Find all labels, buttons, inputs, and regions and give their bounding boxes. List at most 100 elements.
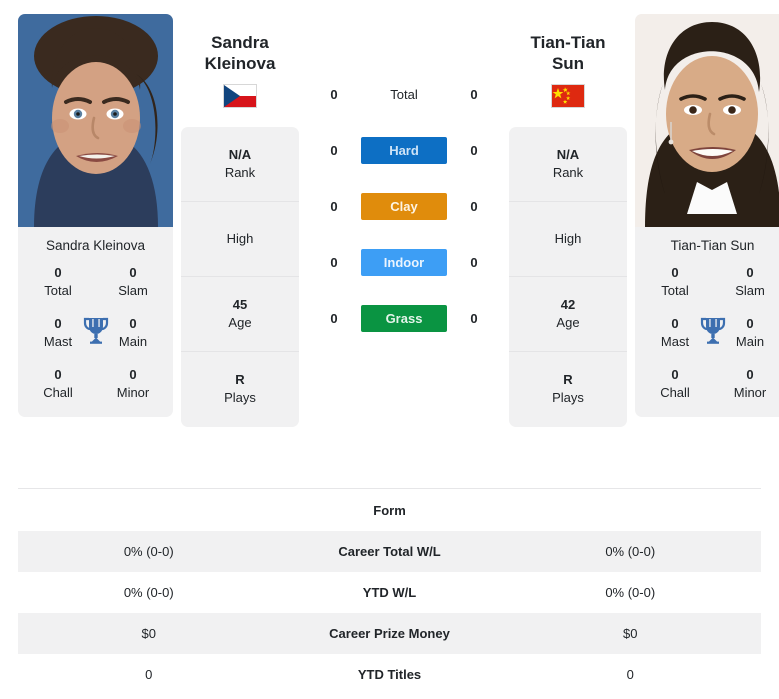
left-titles-slam: 0 Slam — [105, 264, 161, 299]
left-rank-cell: N/A Rank — [181, 127, 299, 202]
surface-label-grass[interactable]: Grass — [361, 304, 447, 332]
table-row: 0% (0-0) Career Total W/L 0% (0-0) — [18, 531, 761, 572]
surface-label-indoor[interactable]: Indoor — [361, 248, 447, 276]
right-titles-total-label: Total — [661, 282, 689, 298]
right-rank-label: Rank — [552, 164, 584, 180]
surface-right-value: 0 — [470, 254, 478, 270]
form-header-row: Form — [18, 489, 761, 531]
right-titles-row-3: 0 Chall 0 Minor — [641, 366, 779, 401]
right-titles-chall-value: 0 — [671, 367, 679, 383]
surface-right-value: 0 — [470, 142, 478, 158]
ytd-wl-right: 0% (0-0) — [605, 585, 656, 600]
surface-row: 0 Clay 0 — [307, 178, 501, 234]
right-titles-slam-label: Slam — [735, 282, 765, 298]
left-player-card[interactable]: Sandra Kleinova 0 Total 0 Slam 0 Mast 0 … — [18, 14, 173, 418]
left-plays-value: R — [235, 372, 245, 388]
left-titles-mast-value: 0 — [54, 316, 62, 332]
left-stats-box: N/A Rank High 45 Age R Plays — [181, 126, 299, 427]
right-card-player-name: Tian-Tian Sun — [670, 238, 755, 253]
ytd-wl-label: YTD W/L — [362, 585, 417, 600]
left-titles-grid: 0 Total 0 Slam 0 Mast 0 Main 0 Chall 0 M… — [18, 264, 173, 417]
left-rank-label: Rank — [224, 164, 256, 180]
ytd-titles-label: YTD Titles — [357, 667, 422, 682]
career-prize-money-right: $0 — [623, 626, 638, 641]
surface-left-value: 0 — [330, 254, 338, 270]
right-age-label: Age — [556, 314, 580, 330]
left-card-player-name: Sandra Kleinova — [45, 238, 146, 253]
right-plays-cell: R Plays — [509, 352, 627, 427]
career-total-wl-right: 0% (0-0) — [605, 544, 656, 559]
left-titles-main-value: 0 — [129, 316, 137, 332]
surface-label-clay[interactable]: Clay — [361, 192, 447, 220]
ytd-wl-left: 0% (0-0) — [123, 585, 174, 600]
right-titles-main: 0 Main — [722, 315, 778, 350]
right-titles-main-label: Main — [735, 333, 765, 349]
left-rank-value: N/A — [228, 146, 252, 162]
ytd-titles-right: 0 — [626, 667, 634, 682]
right-titles-grid: 0 Total 0 Slam 0 Mast 0 Main 0 Chall 0 M… — [635, 264, 779, 417]
surface-left-value: 0 — [330, 198, 338, 214]
left-age-cell: 45 Age — [181, 277, 299, 352]
right-high-cell: High — [509, 202, 627, 277]
right-titles-main-value: 0 — [746, 316, 754, 332]
right-titles-slam-value: 0 — [746, 265, 754, 281]
surface-right-value: 0 — [470, 86, 478, 102]
right-rank-cell: N/A Rank — [509, 127, 627, 202]
form-header-label: Form — [373, 502, 406, 518]
right-titles-total-value: 0 — [671, 265, 679, 281]
surface-left-value: 0 — [330, 86, 338, 102]
player-comparison-page: Sandra Kleinova 0 Total 0 Slam 0 Mast 0 … — [0, 0, 779, 699]
surface-row: 0 Total 0 — [307, 66, 501, 122]
comparison-top-section: Sandra Kleinova 0 Total 0 Slam 0 Mast 0 … — [0, 0, 779, 470]
left-titles-total: 0 Total — [30, 264, 86, 299]
left-titles-minor: 0 Minor — [105, 366, 161, 401]
right-titles-minor: 0 Minor — [722, 366, 778, 401]
table-row: 0% (0-0) YTD W/L 0% (0-0) — [18, 572, 761, 613]
left-player-info-column: Sandra Kleinova N/A Rank High 45 Age R P… — [181, 14, 299, 427]
surface-right-value: 0 — [470, 198, 478, 214]
right-player-info-column: Tian-Tian Sun N/A Rank High 42 Age R Pla… — [509, 14, 627, 427]
right-titles-row-2: 0 Mast 0 Main — [641, 315, 779, 350]
left-titles-minor-label: Minor — [116, 384, 150, 400]
right-plays-label: Plays — [552, 390, 584, 405]
china-flag-icon — [551, 83, 585, 108]
left-age-value: 45 — [232, 296, 248, 312]
left-plays-label: Plays — [224, 390, 256, 405]
right-titles-mast: 0 Mast — [647, 315, 703, 350]
left-titles-mast-label: Mast — [43, 333, 73, 349]
left-age-label: Age — [228, 314, 252, 330]
left-titles-row-2: 0 Mast 0 Main — [24, 315, 167, 350]
career-prize-money-label: Career Prize Money — [329, 626, 450, 641]
surface-row: 0 Indoor 0 — [307, 234, 501, 290]
right-plays-value: R — [563, 372, 573, 388]
right-rank-value: N/A — [556, 146, 580, 162]
right-titles-slam: 0 Slam — [722, 264, 778, 299]
table-row: $0 Career Prize Money $0 — [18, 613, 761, 654]
left-titles-row-1: 0 Total 0 Slam — [24, 264, 167, 299]
surface-left-value: 0 — [330, 142, 338, 158]
left-titles-row-3: 0 Chall 0 Minor — [24, 366, 167, 401]
left-titles-slam-label: Slam — [118, 282, 148, 298]
czech-republic-flag-icon — [223, 83, 257, 108]
right-age-cell: 42 Age — [509, 277, 627, 352]
right-titles-minor-value: 0 — [746, 367, 754, 383]
left-titles-total-label: Total — [44, 282, 72, 298]
left-high-cell: High — [181, 202, 299, 277]
right-titles-total: 0 Total — [647, 264, 703, 299]
surface-label-total: Total — [390, 86, 418, 102]
left-titles-chall: 0 Chall — [30, 366, 86, 401]
career-prize-money-left: $0 — [141, 626, 156, 641]
left-titles-slam-value: 0 — [129, 265, 137, 281]
right-titles-row-1: 0 Total 0 Slam — [641, 264, 779, 299]
surface-label-hard[interactable]: Hard — [361, 136, 447, 164]
right-player-card[interactable]: Tian-Tian Sun 0 Total 0 Slam 0 Mast 0 Ma… — [635, 14, 779, 418]
left-titles-minor-value: 0 — [129, 367, 137, 383]
right-titles-chall: 0 Chall — [647, 366, 703, 401]
right-high-label: High — [554, 230, 582, 246]
left-plays-cell: R Plays — [181, 352, 299, 427]
right-stats-box: N/A Rank High 42 Age R Plays — [509, 126, 627, 427]
left-player-photo — [18, 14, 173, 227]
form-stats-table: Form 0% (0-0) Career Total W/L 0% (0-0) … — [18, 488, 761, 695]
surface-right-value: 0 — [470, 310, 478, 326]
surface-left-value: 0 — [330, 310, 338, 326]
